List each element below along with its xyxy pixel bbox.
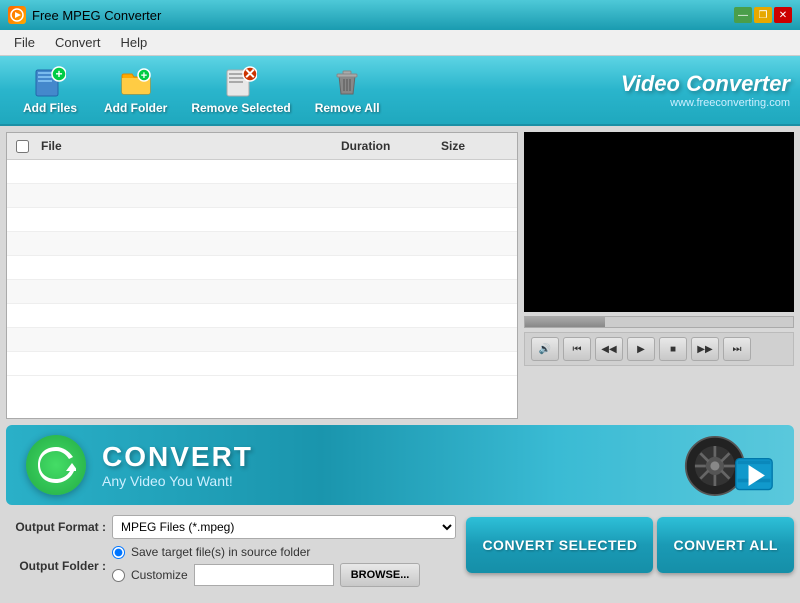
save-source-radio[interactable] [112, 546, 125, 559]
svg-text:+: + [55, 67, 62, 81]
table-row [7, 328, 517, 352]
menu-help[interactable]: Help [110, 30, 157, 55]
convert-subtitle: Any Video You Want! [102, 473, 253, 489]
table-row [7, 280, 517, 304]
convert-banner-icon [26, 435, 86, 495]
remove-selected-icon: ✕ [225, 66, 257, 98]
skip-forward-button[interactable]: ⏭ [723, 337, 751, 361]
bottom-controls: Output Format : MPEG Files (*.mpeg)AVI F… [6, 511, 794, 597]
menu-convert[interactable]: Convert [45, 30, 111, 55]
table-row [7, 304, 517, 328]
video-preview [524, 132, 794, 312]
radio-group: Save target file(s) in source folder Cus… [112, 545, 420, 587]
table-row [7, 352, 517, 376]
add-folder-button[interactable]: + Add Folder [94, 62, 177, 119]
convert-banner: CONVERT Any Video You Want! [6, 425, 794, 505]
remove-selected-button[interactable]: ✕ Remove Selected [181, 62, 300, 119]
select-all-checkbox[interactable] [16, 140, 29, 153]
convert-selected-button[interactable]: CONVERT SELECTED [466, 517, 653, 573]
menu-file[interactable]: File [4, 30, 45, 55]
table-row [7, 232, 517, 256]
table-row [7, 160, 517, 184]
add-folder-icon: + [120, 66, 152, 98]
add-files-button[interactable]: + Add Files [10, 62, 90, 119]
preview-panel: 🔊 ⏮ ◀◀ ▶ ■ ▶▶ ⏭ [524, 132, 794, 419]
output-folder-label: Output Folder : [6, 559, 106, 573]
customize-radio[interactable] [112, 569, 125, 582]
title-controls: — ❐ ✕ [734, 7, 792, 23]
title-bar: Free MPEG Converter — ❐ ✕ [0, 0, 800, 30]
stop-button[interactable]: ■ [659, 337, 687, 361]
add-folder-label: Add Folder [104, 101, 167, 115]
browse-button[interactable]: BROWSE... [340, 563, 421, 587]
convert-title: CONVERT [102, 441, 253, 473]
title-left: Free MPEG Converter [8, 6, 161, 24]
table-row [7, 208, 517, 232]
add-files-label: Add Files [23, 101, 77, 115]
fast-forward-button[interactable]: ▶▶ [691, 337, 719, 361]
col-file-header: File [37, 137, 337, 155]
output-format-row: Output Format : MPEG Files (*.mpeg)AVI F… [6, 515, 456, 539]
table-row [7, 184, 517, 208]
remove-selected-label: Remove Selected [191, 101, 290, 115]
select-all-checkbox-col [7, 137, 37, 155]
file-preview-area: File Duration Size [6, 132, 794, 419]
output-format-select[interactable]: MPEG Files (*.mpeg)AVI Files (*.avi)MP4 … [112, 515, 456, 539]
brand-title: Video Converter [621, 71, 790, 97]
remove-all-button[interactable]: Remove All [305, 62, 390, 119]
table-row [7, 256, 517, 280]
player-controls: 🔊 ⏮ ◀◀ ▶ ■ ▶▶ ⏭ [524, 332, 794, 366]
film-reel-decoration [674, 430, 774, 500]
file-list-body[interactable] [7, 160, 517, 418]
save-source-radio-row: Save target file(s) in source folder [112, 545, 420, 559]
main-content: File Duration Size [0, 126, 800, 603]
volume-button[interactable]: 🔊 [531, 337, 559, 361]
minimize-button[interactable]: — [734, 7, 752, 23]
output-format-label: Output Format : [6, 520, 106, 534]
file-list-header: File Duration Size [7, 133, 517, 160]
add-files-icon: + [34, 66, 66, 98]
svg-text:✕: ✕ [244, 66, 256, 82]
toolbar: + Add Files + Add Folder ✕ [0, 56, 800, 126]
remove-all-icon [331, 66, 363, 98]
output-folder-row: Output Folder : Save target file(s) in s… [6, 545, 456, 587]
toolbar-brand: Video Converter www.freeconverting.com [621, 71, 790, 109]
seek-bar[interactable] [524, 316, 794, 328]
customize-path-input[interactable] [194, 564, 334, 586]
col-duration-header: Duration [337, 137, 437, 155]
play-button[interactable]: ▶ [627, 337, 655, 361]
save-source-label: Save target file(s) in source folder [131, 545, 310, 559]
skip-back-button[interactable]: ⏮ [563, 337, 591, 361]
customize-radio-row: Customize BROWSE... [112, 563, 420, 587]
format-folder-section: Output Format : MPEG Files (*.mpeg)AVI F… [6, 515, 456, 593]
remove-all-label: Remove All [315, 101, 380, 115]
col-size-header: Size [437, 137, 517, 155]
seek-bar-fill [525, 317, 605, 327]
restore-button[interactable]: ❐ [754, 7, 772, 23]
svg-text:+: + [140, 70, 146, 82]
file-list-container: File Duration Size [6, 132, 518, 419]
app-icon [8, 6, 26, 24]
rewind-button[interactable]: ◀◀ [595, 337, 623, 361]
convert-all-button[interactable]: CONVERT ALL [657, 517, 794, 573]
close-button[interactable]: ✕ [774, 7, 792, 23]
convert-banner-text: CONVERT Any Video You Want! [102, 441, 253, 489]
menu-bar: File Convert Help [0, 30, 800, 56]
brand-url: www.freeconverting.com [621, 97, 790, 109]
app-title: Free MPEG Converter [32, 8, 161, 23]
customize-label: Customize [131, 568, 188, 582]
convert-buttons: CONVERT SELECTED CONVERT ALL [466, 515, 794, 573]
